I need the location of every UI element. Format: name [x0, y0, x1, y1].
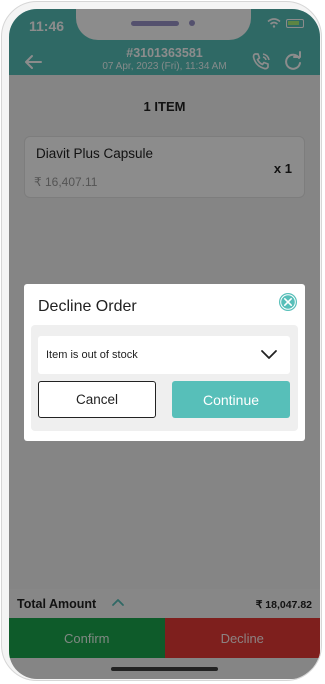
app-screen: 11:46 #3101363581 07 Apr, 2023 (Fri), 11… — [9, 9, 320, 679]
chevron-down-icon[interactable] — [260, 347, 278, 361]
cancel-button[interactable]: Cancel — [38, 381, 156, 418]
decline-order-dialog: Decline Order Item is out of stock Cance… — [24, 284, 305, 441]
home-indicator — [111, 667, 218, 671]
dialog-body: Item is out of stock Cancel Continue — [31, 325, 298, 431]
dialog-title: Decline Order — [38, 298, 137, 315]
close-icon[interactable] — [278, 292, 298, 312]
continue-button[interactable]: Continue — [172, 381, 290, 418]
phone-frame: 11:46 #3101363581 07 Apr, 2023 (Fri), 11… — [1, 1, 322, 681]
decline-reason-select[interactable]: Item is out of stock — [38, 336, 290, 374]
decline-reason-value: Item is out of stock — [46, 349, 138, 361]
